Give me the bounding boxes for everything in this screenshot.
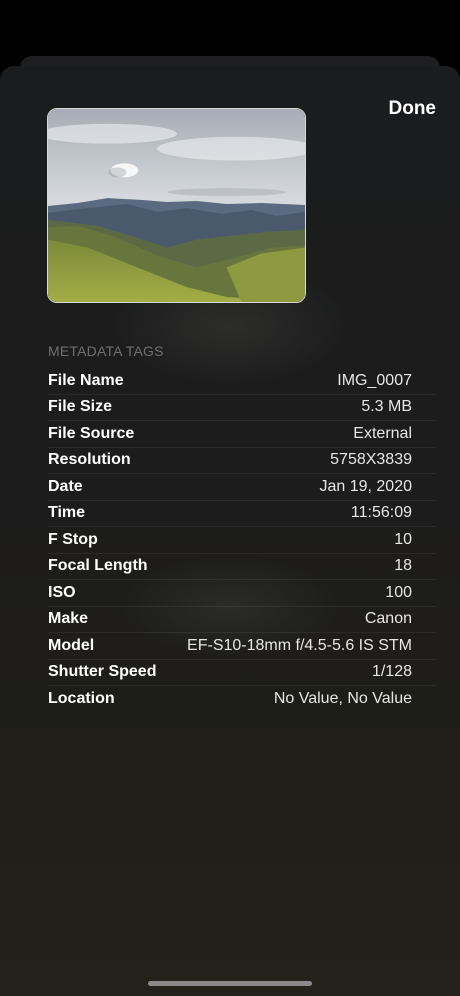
metadata-row-iso: ISO 100 <box>48 580 436 607</box>
metadata-value: Canon <box>364 610 412 628</box>
metadata-row-time: Time 11:56:09 <box>48 501 436 527</box>
metadata-row-f-stop: F Stop 10 <box>48 527 436 554</box>
metadata-list: File Name IMG_0007 File Size 5.3 MB File… <box>48 368 436 713</box>
metadata-row-make: Make Canon <box>48 607 436 633</box>
metadata-value: 10 <box>394 530 412 548</box>
metadata-value: 11:56:09 <box>350 504 412 522</box>
section-header-metadata-tags: METADATA TAGS <box>48 343 164 359</box>
metadata-label: File Name <box>48 371 124 389</box>
metadata-value: External <box>353 424 412 442</box>
metadata-label: F Stop <box>48 530 98 548</box>
metadata-label: Date <box>48 477 83 495</box>
metadata-value: 1/128 <box>371 663 412 681</box>
landscape-photo-image <box>48 109 305 302</box>
done-button[interactable]: Done <box>389 98 437 120</box>
metadata-value: EF-S10-18mm f/4.5-5.6 IS STM <box>187 636 412 654</box>
home-indicator[interactable] <box>148 981 312 986</box>
metadata-label: Location <box>48 690 115 708</box>
metadata-value: IMG_0007 <box>337 371 412 389</box>
metadata-row-file-source: File Source External <box>48 421 436 448</box>
metadata-value: 100 <box>385 583 412 601</box>
metadata-row-model: Model EF-S10-18mm f/4.5-5.6 IS STM <box>48 633 436 660</box>
metadata-value: Jan 19, 2020 <box>319 477 412 495</box>
metadata-label: ISO <box>48 583 76 601</box>
metadata-label: Model <box>48 636 95 654</box>
metadata-label: File Source <box>48 424 135 442</box>
metadata-value: 18 <box>394 557 412 575</box>
metadata-row-focal-length: Focal Length 18 <box>48 554 436 580</box>
metadata-row-shutter-speed: Shutter Speed 1/128 <box>48 660 436 686</box>
metadata-label: File Size <box>48 398 113 416</box>
metadata-row-file-name: File Name IMG_0007 <box>48 368 436 395</box>
metadata-row-date: Date Jan 19, 2020 <box>48 474 436 501</box>
metadata-label: Resolution <box>48 451 131 469</box>
metadata-value: 5758X3839 <box>330 451 412 469</box>
metadata-label: Time <box>48 504 86 522</box>
metadata-row-resolution: Resolution 5758X3839 <box>48 448 436 474</box>
metadata-row-file-size: File Size 5.3 MB <box>48 395 436 421</box>
metadata-label: Shutter Speed <box>48 663 157 681</box>
metadata-value: No Value, No Value <box>273 690 412 708</box>
metadata-row-location: Location No Value, No Value <box>48 686 436 713</box>
metadata-sheet: Done METADATA TAGS File Name IMG_0007 Fi… <box>0 66 460 996</box>
photo-thumbnail <box>47 108 306 303</box>
metadata-value: 5.3 MB <box>361 398 412 416</box>
metadata-label: Focal Length <box>48 557 148 575</box>
metadata-label: Make <box>48 610 89 628</box>
